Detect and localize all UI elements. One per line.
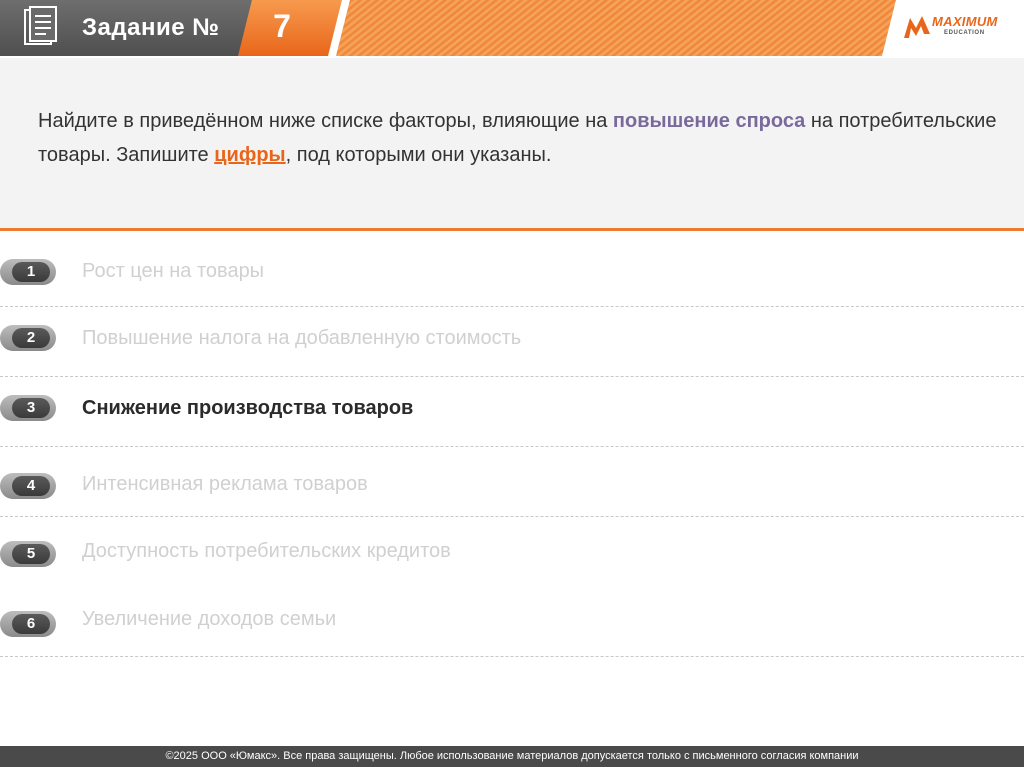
list-item-label: Рост цен на товары — [82, 260, 265, 282]
logo-brand: MAXIMUM — [932, 14, 998, 29]
number-badge: 2 — [0, 325, 56, 351]
list-item-label: Повышение налога на добавленную стоимост… — [82, 327, 522, 349]
list-item[interactable]: 6 Увеличение доходов семьи — [0, 587, 1024, 657]
question-highlight-demand: повышение спроса — [612, 110, 806, 132]
logo-subtitle: EDUCATION — [944, 30, 985, 36]
badge-number: 2 — [12, 328, 50, 348]
number-badge: 4 — [0, 473, 56, 499]
badge-number: 6 — [12, 614, 50, 634]
question-panel: Найдите в приведённом ниже списке фактор… — [0, 58, 1024, 231]
number-badge: 3 — [0, 395, 56, 421]
list-item[interactable]: 4 Интенсивная реклама товаров — [0, 447, 1024, 517]
list-item[interactable]: 5 Доступность потребительских кредитов — [0, 517, 1024, 587]
maximum-logo: MAXIMUM EDUCATION — [880, 0, 1024, 56]
list-item-label: Увеличение доходов семьи — [82, 608, 337, 630]
divider — [0, 656, 1024, 657]
number-badge: 5 — [0, 541, 56, 567]
question-part-3: , под которыми они указаны. — [285, 144, 552, 166]
badge-number: 3 — [12, 398, 50, 418]
list-item[interactable]: 1 Рост цен на товары — [0, 237, 1024, 307]
question-part-1: Найдите в приведённом ниже списке фактор… — [38, 110, 613, 132]
list-item-label: Снижение производства товаров — [82, 397, 414, 419]
document-icon — [24, 6, 57, 45]
question-text: Найдите в приведённом ниже списке фактор… — [38, 104, 998, 172]
number-badge: 1 — [0, 259, 56, 285]
header-title-area: Задание № — [0, 0, 262, 56]
list-item[interactable]: 3 Снижение производства товаров — [0, 377, 1024, 447]
badge-number: 5 — [12, 544, 50, 564]
header-bar: Задание № 7 MAXIMUM EDUCATION — [0, 0, 1024, 59]
number-badge: 6 — [0, 611, 56, 637]
header-stripes — [336, 0, 896, 56]
list-item-label: Доступность потребительских кредитов — [82, 540, 451, 562]
task-title: Задание № — [82, 14, 220, 41]
logo-icon — [904, 16, 930, 38]
task-number: 7 — [273, 8, 291, 44]
list-item[interactable]: 2 Повышение налога на добавленную стоимо… — [0, 307, 1024, 377]
badge-number: 1 — [12, 262, 50, 282]
badge-number: 4 — [12, 476, 50, 496]
list-item-label: Интенсивная реклама товаров — [82, 473, 368, 495]
question-highlight-digits: цифры — [214, 144, 286, 166]
copyright-footer: ©2025 ООО «Юмакс». Все права защищены. Л… — [0, 746, 1024, 767]
